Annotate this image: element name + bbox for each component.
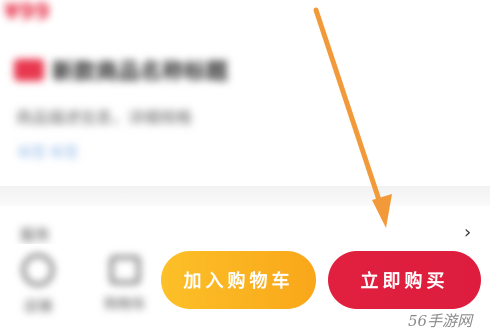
product-title: 新款商品名称标题 [52, 60, 229, 85]
section-divider [0, 186, 490, 206]
product-title-row: 新款商品名称标题 [14, 54, 228, 86]
add-to-cart-button[interactable]: 加入购物车 [161, 251, 316, 309]
cart-icon [110, 256, 140, 284]
headset-icon [22, 254, 54, 286]
service-label: 服务 [20, 226, 51, 244]
watermark: 56手游网 [408, 312, 473, 330]
cart-label: 购物车 [104, 297, 146, 313]
store-entry[interactable]: 店铺 [22, 254, 54, 316]
product-subtitle: 商品描述信息，详细规格 [16, 108, 193, 127]
cart-entry[interactable]: 购物车 [104, 256, 146, 314]
chevron-right-icon[interactable]: › [464, 224, 480, 242]
product-badge [14, 59, 44, 81]
price-tag: ¥99 [4, 0, 50, 25]
product-tagline: 标签 标签 [18, 145, 79, 161]
store-label: 店铺 [24, 299, 52, 315]
buy-now-button[interactable]: 立即购买 [328, 251, 481, 309]
